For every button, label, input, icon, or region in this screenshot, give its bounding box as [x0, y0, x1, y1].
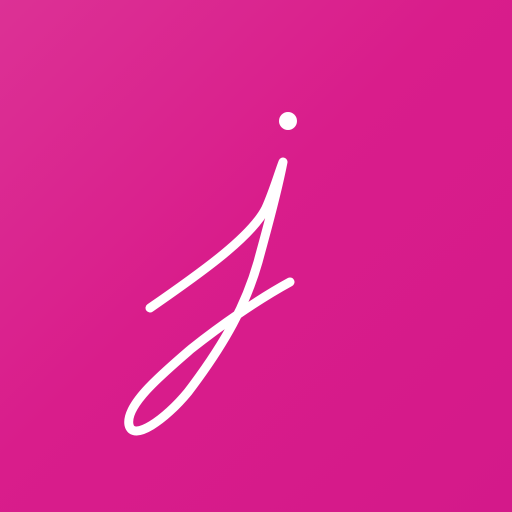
- logo-stroke: [124, 157, 295, 436]
- logo-dot: [279, 112, 297, 130]
- app-icon: [0, 0, 512, 512]
- script-j-logo-icon: [124, 112, 297, 436]
